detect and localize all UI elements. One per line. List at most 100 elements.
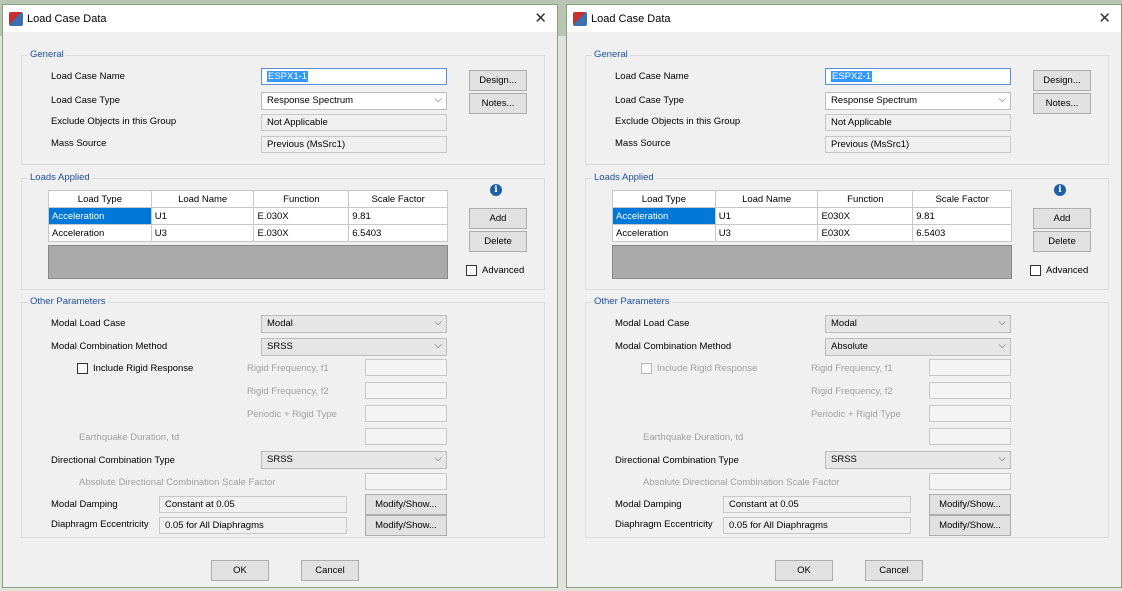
diaphragm-eccentricity-field: 0.05 for All Diaphragms	[723, 517, 911, 534]
exclude-objects-label: Exclude Objects in this Group	[615, 116, 741, 127]
add-button[interactable]: Add	[469, 208, 527, 229]
loads-table-empty-area	[48, 245, 448, 279]
modal-damping-field: Constant at 0.05	[159, 496, 347, 513]
advanced-checkbox[interactable]	[1030, 265, 1041, 276]
abs-directional-label: Absolute Directional Combination Scale F…	[643, 477, 840, 488]
table-cell[interactable]: U1	[714, 207, 819, 225]
table-cell[interactable]: 6.5403	[912, 224, 1012, 242]
table-row[interactable]: Acceleration U3 E030X 6.5403	[612, 224, 1012, 242]
table-cell[interactable]: U1	[150, 207, 255, 225]
modal-damping-modify-button[interactable]: Modify/Show...	[365, 494, 447, 515]
info-icon[interactable]: i	[490, 184, 502, 196]
column-header: Load Type	[48, 190, 152, 208]
ok-button[interactable]: OK	[775, 560, 833, 581]
directional-combination-select[interactable]: SRSS ⌵	[261, 451, 447, 469]
earthquake-duration-field	[365, 428, 447, 445]
load-case-name-label: Load Case Name	[615, 71, 689, 82]
design-button[interactable]: Design...	[469, 70, 527, 91]
directional-combination-label: Directional Combination Type	[51, 455, 175, 466]
table-row[interactable]: Acceleration U3 E.030X 6.5403	[48, 224, 448, 242]
modal-combination-label: Modal Combination Method	[51, 341, 168, 352]
table-cell[interactable]: 9.81	[348, 207, 448, 225]
diaphragm-eccentricity-field: 0.05 for All Diaphragms	[159, 517, 347, 534]
earthquake-duration-label: Earthquake Duration, td	[643, 432, 744, 443]
info-icon[interactable]: i	[1054, 184, 1066, 196]
table-cell[interactable]: U3	[714, 224, 819, 242]
cancel-button[interactable]: Cancel	[301, 560, 359, 581]
diaphragm-eccentricity-label: Diaphragm Eccentricity	[51, 519, 149, 530]
column-header: Scale Factor	[912, 190, 1012, 208]
chevron-down-icon: ⌵	[998, 453, 1006, 464]
load-case-dialog-2: Load Case Data ✕ General Load Case Name …	[566, 4, 1122, 588]
modal-combination-label: Modal Combination Method	[615, 341, 732, 352]
exclude-objects-field: Not Applicable	[825, 114, 1011, 131]
table-row[interactable]: Acceleration U1 E030X 9.81	[612, 207, 1012, 225]
column-header: Load Type	[612, 190, 716, 208]
rigid-f1-label: Rigid Frequency, f1	[811, 363, 893, 374]
diaphragm-modify-button[interactable]: Modify/Show...	[365, 515, 447, 536]
abs-directional-label: Absolute Directional Combination Scale F…	[79, 477, 276, 488]
design-button[interactable]: Design...	[1033, 70, 1091, 91]
notes-button[interactable]: Notes...	[469, 93, 527, 114]
table-cell[interactable]: U3	[150, 224, 255, 242]
chevron-down-icon: ⌵	[998, 317, 1006, 328]
column-header: Scale Factor	[348, 190, 448, 208]
directional-combination-select[interactable]: SRSS ⌵	[825, 451, 1011, 469]
delete-button[interactable]: Delete	[469, 231, 527, 252]
add-button[interactable]: Add	[1033, 208, 1091, 229]
rigid-f1-field	[929, 359, 1011, 376]
table-cell[interactable]: 6.5403	[348, 224, 448, 242]
delete-button[interactable]: Delete	[1033, 231, 1091, 252]
modal-damping-field: Constant at 0.05	[723, 496, 911, 513]
load-case-app-icon	[573, 11, 587, 26]
table-cell[interactable]: Acceleration	[48, 207, 152, 225]
table-cell[interactable]: 9.81	[912, 207, 1012, 225]
modal-combination-select[interactable]: Absolute ⌵	[825, 338, 1011, 356]
group-title: General	[592, 49, 630, 60]
chevron-down-icon: ⌵	[434, 340, 442, 351]
abs-directional-field	[365, 473, 447, 490]
load-case-type-label: Load Case Type	[51, 95, 121, 106]
close-icon[interactable]: ✕	[534, 9, 547, 27]
table-cell[interactable]: Acceleration	[612, 224, 716, 242]
group-title: General	[28, 49, 66, 60]
include-rigid-label: Include Rigid Response	[93, 363, 194, 374]
rigid-f1-field	[365, 359, 447, 376]
include-rigid-checkbox[interactable]	[77, 363, 88, 374]
chevron-down-icon: ⌵	[434, 453, 442, 464]
column-header: Load Name	[714, 190, 819, 208]
notes-button[interactable]: Notes...	[1033, 93, 1091, 114]
advanced-label: Advanced	[482, 265, 525, 276]
table-cell[interactable]: E.030X	[253, 207, 350, 225]
modal-load-case-select[interactable]: Modal ⌵	[261, 315, 447, 333]
table-cell[interactable]: E030X	[817, 224, 914, 242]
include-rigid-label: Include Rigid Response	[657, 363, 758, 374]
cancel-button[interactable]: Cancel	[865, 560, 923, 581]
load-case-name-input[interactable]: ESPX1-1	[261, 68, 447, 85]
modal-damping-modify-button[interactable]: Modify/Show...	[929, 494, 1011, 515]
load-case-name-input[interactable]: ESPX2-1	[825, 68, 1011, 85]
table-cell[interactable]: Acceleration	[612, 207, 716, 225]
load-case-type-select[interactable]: Response Spectrum ⌵	[261, 92, 447, 110]
periodic-rigid-label: Periodic + Rigid Type	[811, 409, 901, 420]
include-rigid-checkbox	[641, 363, 652, 374]
ok-button[interactable]: OK	[211, 560, 269, 581]
earthquake-duration-field	[929, 428, 1011, 445]
diaphragm-modify-button[interactable]: Modify/Show...	[929, 515, 1011, 536]
modal-combination-select[interactable]: SRSS ⌵	[261, 338, 447, 356]
column-header: Load Name	[150, 190, 255, 208]
modal-load-case-select[interactable]: Modal ⌵	[825, 315, 1011, 333]
table-cell[interactable]: Acceleration	[48, 224, 152, 242]
mass-source-label: Mass Source	[615, 138, 671, 149]
mass-source-label: Mass Source	[51, 138, 107, 149]
table-cell[interactable]: E030X	[817, 207, 914, 225]
window-title: Load Case Data	[591, 12, 671, 25]
rigid-f1-label: Rigid Frequency, f1	[247, 363, 329, 374]
load-case-dialog-1: Load Case Data ✕ General Load Case Name …	[2, 4, 558, 588]
title-bar: Load Case Data ✕	[3, 5, 557, 32]
table-row[interactable]: Acceleration U1 E.030X 9.81	[48, 207, 448, 225]
advanced-checkbox[interactable]	[466, 265, 477, 276]
close-icon[interactable]: ✕	[1098, 9, 1111, 27]
load-case-type-select[interactable]: Response Spectrum ⌵	[825, 92, 1011, 110]
table-cell[interactable]: E.030X	[253, 224, 350, 242]
